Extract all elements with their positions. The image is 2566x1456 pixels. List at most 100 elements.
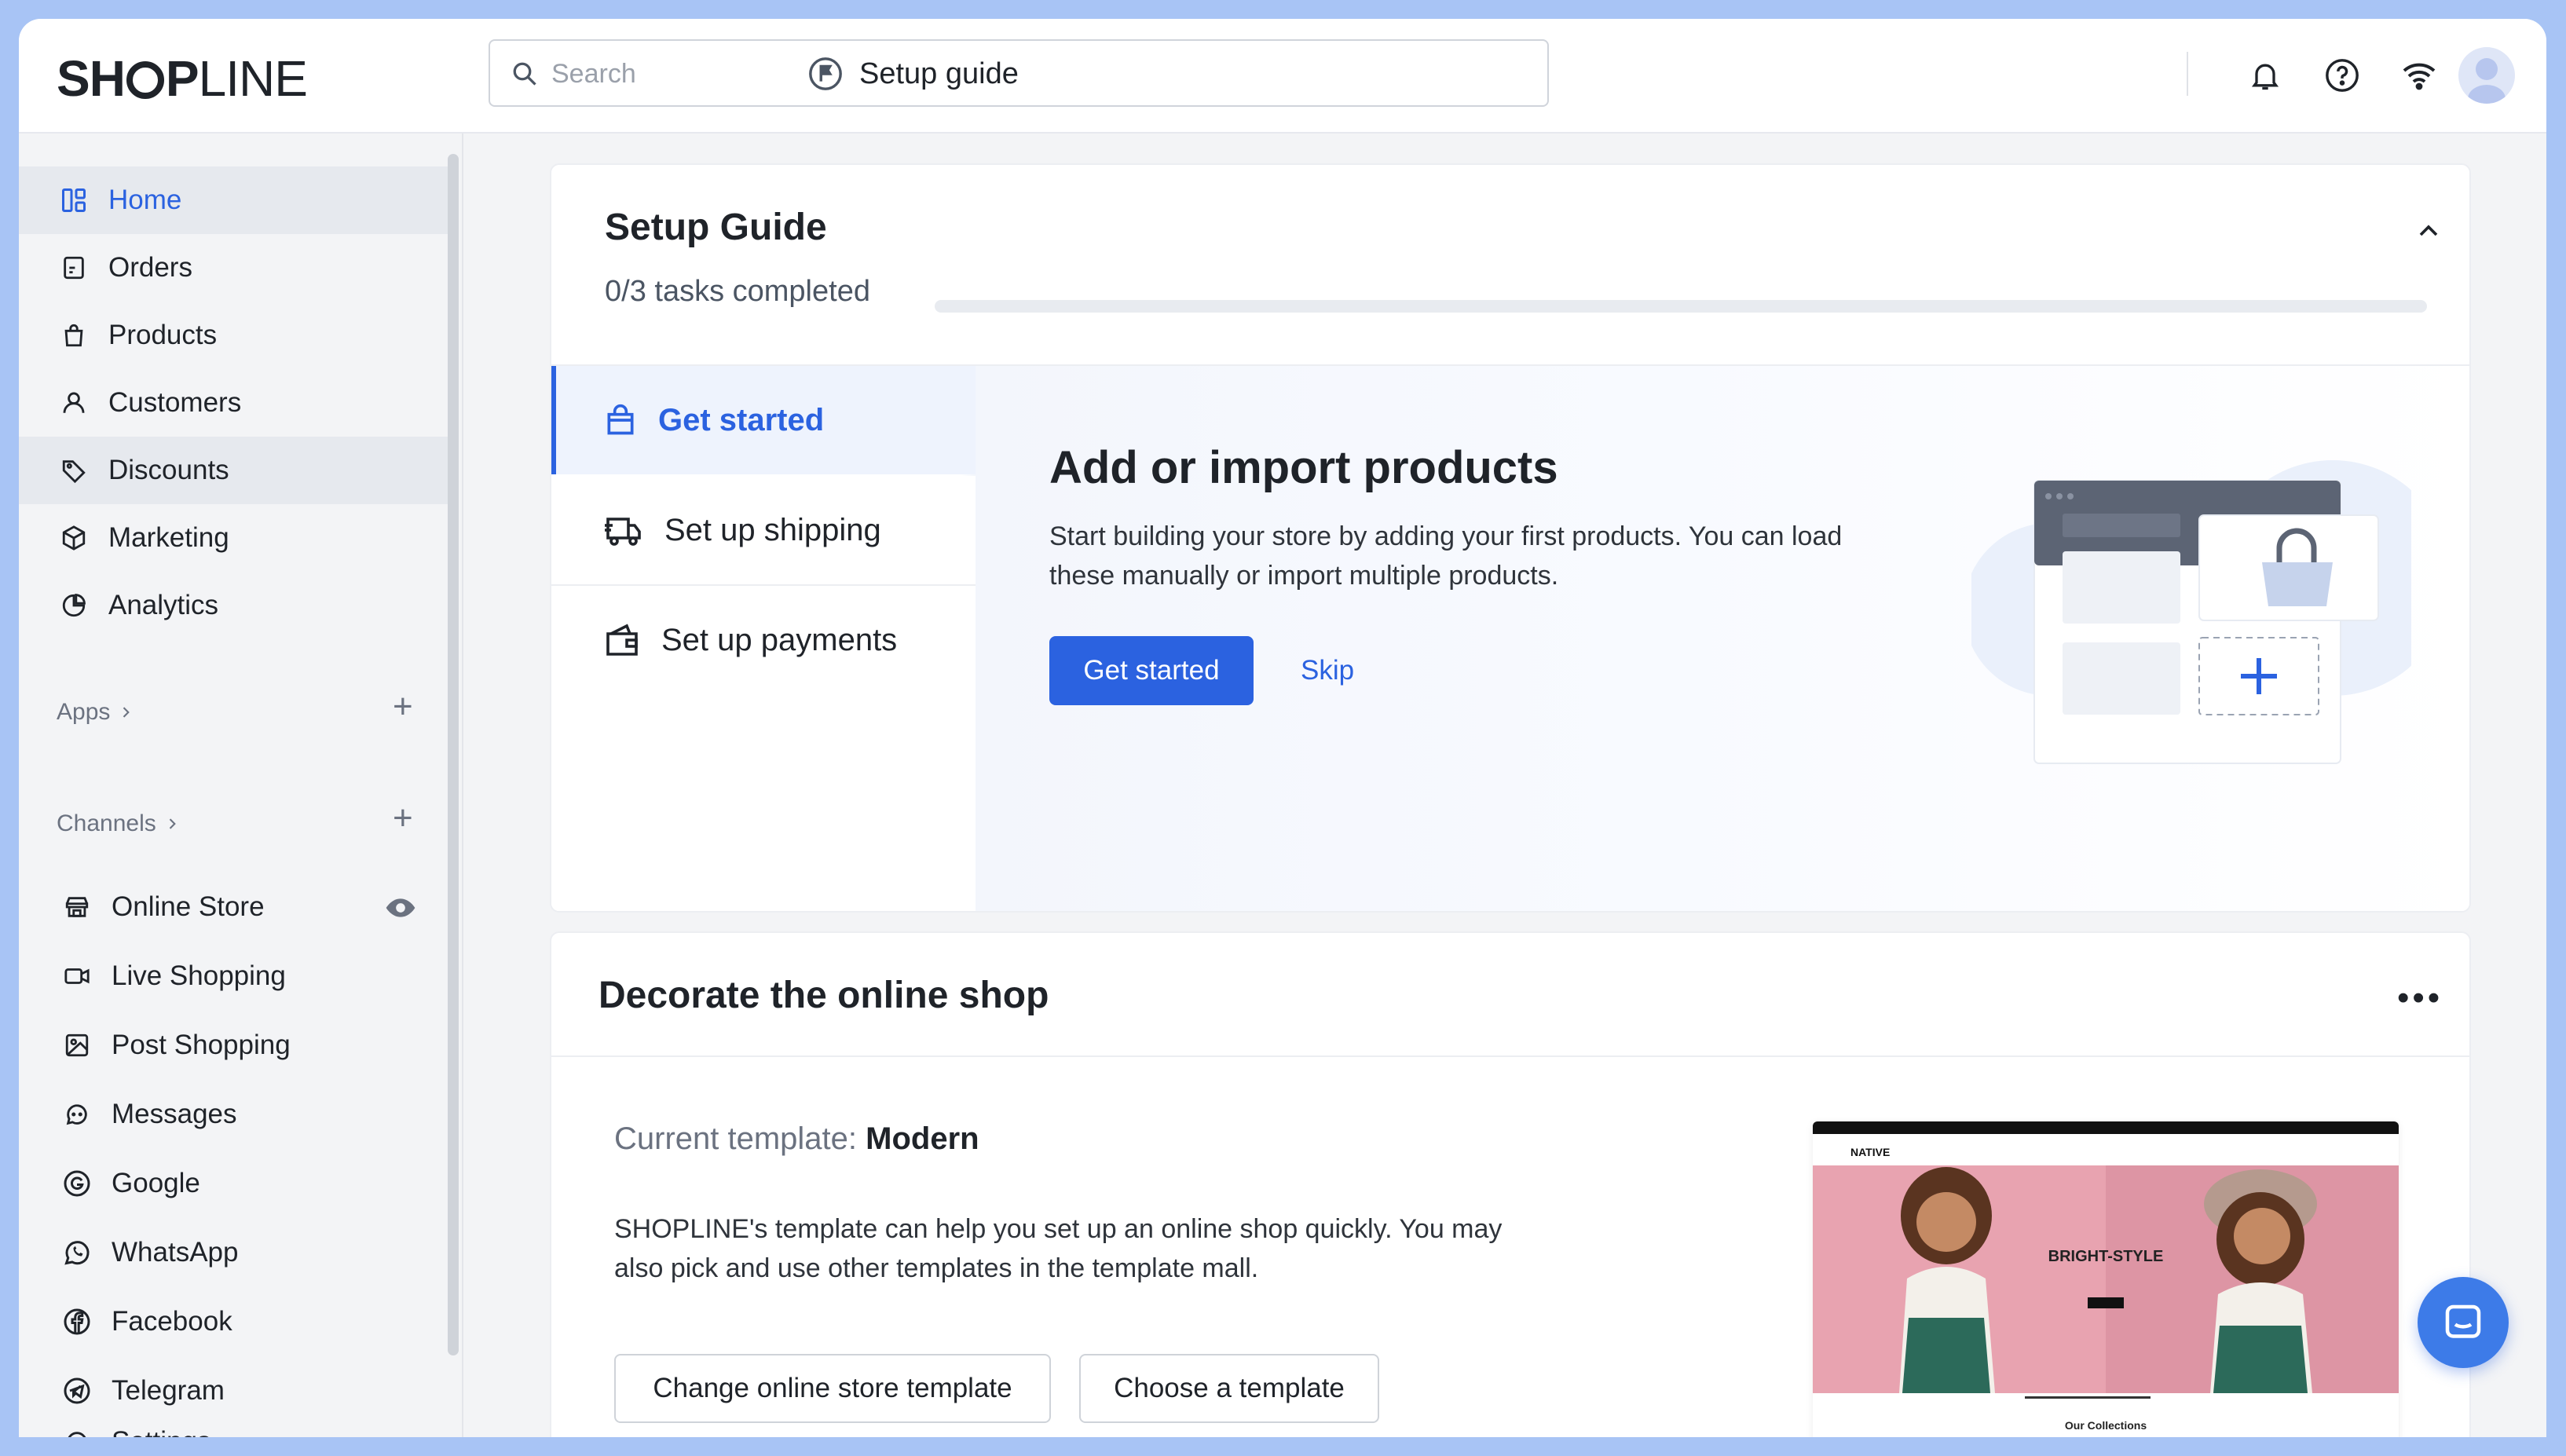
tasks-progress-text: 0/3 tasks completed [605,275,870,308]
sidebar: Home Orders Products Customers Discounts… [19,134,463,1437]
chat-bubble-icon [2445,1304,2481,1338]
current-template-value: Modern [866,1121,979,1156]
sidebar-item-label: Orders [108,252,192,283]
step-label: Get started [658,402,825,437]
sidebar-item-whatsapp[interactable]: WhatsApp [19,1219,448,1286]
panel-description: Start building your store by adding your… [1049,521,1843,591]
sidebar-item-post-shopping[interactable]: Post Shopping [19,1012,448,1079]
more-options-icon[interactable]: ••• [2397,979,2443,1018]
eye-icon[interactable] [385,892,416,927]
facebook-icon [61,1306,93,1337]
setup-guide-body: Get started Set up shipping Set up payme… [551,364,2469,911]
sidebar-item-google[interactable]: Google [19,1150,448,1217]
sidebar-item-messages[interactable]: Messages [19,1081,448,1148]
decorate-description: SHOPLINE's template can help you set up … [614,1214,1503,1283]
current-template-label: Current template: [614,1121,858,1156]
tasks-progress-bar [935,300,2427,313]
search-box[interactable] [489,39,1549,107]
step-label: Set up shipping [664,512,881,547]
shopline-logo[interactable]: SH PLINE [57,53,308,104]
app-window: SHPLINE Setup guide Home [19,19,2546,1437]
step-set-up-payments[interactable]: Set up payments [551,586,976,694]
setup-guide-label: Setup guide [859,57,1019,90]
card-divider [551,1055,2469,1057]
help-icon[interactable] [2322,55,2363,96]
orders-icon [58,252,90,284]
sidebar-scrollbar[interactable] [448,154,459,1355]
store-icon [61,891,93,923]
setup-guide-title: Setup Guide [605,207,827,248]
sidebar-item-products[interactable]: Products [19,302,448,369]
avatar[interactable] [2458,47,2515,104]
sidebar-item-online-store[interactable]: Online Store [19,873,448,941]
whatsapp-icon [61,1237,93,1268]
step-set-up-shipping[interactable]: Set up shipping [551,476,976,584]
preview-brand: NATIVE [1850,1146,1890,1158]
get-started-button[interactable]: Get started [1049,636,1254,705]
sidebar-item-analytics[interactable]: Analytics [19,572,448,639]
choose-template-button[interactable]: Choose a template [1079,1354,1379,1423]
sidebar-item-label: Settings [112,1426,210,1437]
logo-o-mark [126,61,164,99]
sidebar-item-live-shopping[interactable]: Live Shopping [19,942,448,1010]
chat-icon [61,1099,93,1130]
sidebar-item-discounts[interactable]: Discounts [19,437,448,504]
sidebar-item-customers[interactable]: Customers [19,369,448,437]
top-bar: SHPLINE Setup guide [19,19,2546,134]
cube-icon [58,522,90,554]
current-template: Current template: Modern [614,1121,979,1157]
chevron-right-icon [169,818,176,829]
sidebar-item-telegram[interactable]: Telegram [19,1357,448,1425]
sidebar-item-label: Marketing [108,522,229,553]
sidebar-item-orders[interactable]: Orders [19,234,448,302]
user-avatar-icon [2468,58,2506,104]
step-label: Set up payments [661,622,898,657]
add-app-button[interactable]: + [393,690,413,724]
bag-icon [58,320,90,351]
sidebar-item-label: Home [108,185,182,215]
sidebar-item-label: Live Shopping [112,960,286,991]
sidebar-item-label: Products [108,320,218,350]
sidebar-item-label: Facebook [112,1306,232,1337]
wifi-icon[interactable] [2399,55,2440,96]
apps-section-toggle[interactable]: Apps [57,699,134,726]
decorate-title: Decorate the online shop [598,975,1049,1016]
sidebar-item-label: Online Store [112,891,265,922]
decorate-shop-card: Decorate the online shop ••• Current tem… [550,931,2471,1437]
sidebar-item-home[interactable]: Home [19,166,448,234]
apps-section-label: Apps [57,699,111,725]
sidebar-item-settings[interactable]: Settings [19,1426,448,1437]
skip-button[interactable]: Skip [1301,636,1354,705]
wallet-icon [606,624,638,656]
google-icon [61,1168,93,1199]
sidebar-item-facebook[interactable]: Facebook [19,1288,448,1355]
bell-icon[interactable] [2245,55,2286,96]
setup-guide-card: Setup Guide 0/3 tasks completed Get star… [550,163,2471,913]
template-preview-image: NATIVE BRIGHT-STYLE Our Collections [1813,1121,2399,1437]
sidebar-item-label: Customers [108,387,242,418]
template-preview[interactable]: NATIVE BRIGHT-STYLE Our Collections [1813,1121,2399,1437]
sidebar-item-marketing[interactable]: Marketing [19,504,448,572]
preview-headline: BRIGHT-STYLE [2048,1248,2164,1265]
change-template-button[interactable]: Change online store template [614,1354,1051,1423]
tag-icon [58,455,90,486]
search-icon [513,62,536,86]
channels-section-toggle[interactable]: Channels [57,810,180,837]
shopping-bag-icon [607,404,634,435]
search-input[interactable] [550,52,1527,96]
channels-section-label: Channels [57,810,156,836]
panel-title: Add or import products [1049,442,1558,493]
step-get-started[interactable]: Get started [551,366,976,474]
settings-icon [61,1426,93,1437]
chat-support-button[interactable] [2418,1277,2509,1368]
flag-circle-icon [809,57,842,90]
topbar-divider [2187,52,2188,96]
sidebar-item-label: Post Shopping [112,1030,291,1060]
video-icon [61,960,93,992]
image-icon [61,1030,93,1061]
collapse-chevron-up-icon[interactable] [2413,215,2444,251]
preview-collections: Our Collections [2065,1419,2147,1432]
setup-guide-link[interactable]: Setup guide [807,50,1019,97]
add-channel-button[interactable]: + [393,801,413,836]
sidebar-item-label: Discounts [108,455,229,485]
